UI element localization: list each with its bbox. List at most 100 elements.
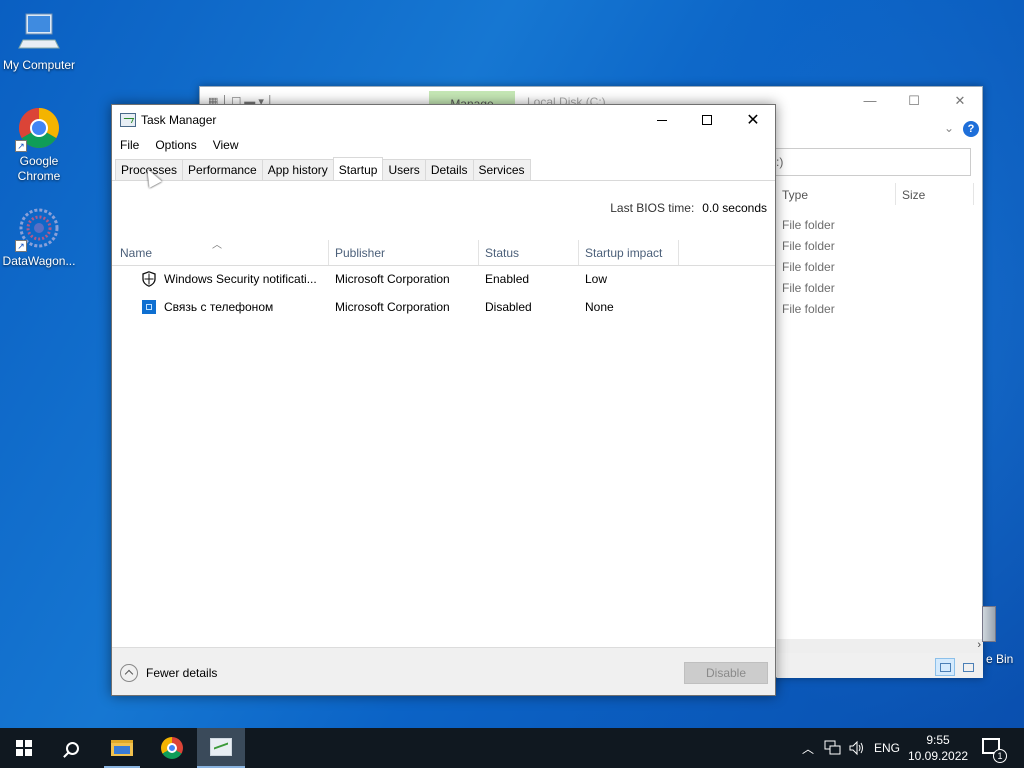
desktop-icon-label: My Computer [2,58,76,72]
close-button[interactable]: ✕ [730,105,776,135]
tab-users[interactable]: Users [382,159,426,180]
explorer-close-button[interactable]: ✕ [950,93,970,109]
column-header-status[interactable]: Status [485,246,519,260]
chrome-icon [161,737,183,759]
explorer-maximize-button[interactable]: ☐ [904,93,924,109]
start-button[interactable] [0,728,48,768]
list-item[interactable]: File folder [782,239,835,253]
column-header-type[interactable]: Type [782,188,808,202]
explorer-search-box[interactable]: :) [771,148,971,176]
desktop-icon-my-computer[interactable]: My Computer [0,10,79,73]
folder-icon [111,740,133,756]
startup-item-status: Enabled [485,272,530,286]
datawagon-icon: ↗ [15,206,61,252]
fewer-details-button[interactable]: Fewer details [120,664,217,682]
notification-badge: 1 [993,749,1007,763]
column-separator [895,183,896,205]
explorer-search-text: :) [776,155,784,169]
column-separator[interactable] [328,240,329,265]
search-button[interactable] [48,728,96,768]
list-item[interactable]: File folder [782,260,835,274]
explorer-status-bar [777,653,983,678]
horizontal-scrollbar[interactable]: › [777,639,983,653]
windows-logo-icon [16,740,32,756]
details-view-button[interactable] [935,658,955,676]
taskbar-clock[interactable]: 9:55 10.09.2022 [908,732,968,764]
startup-item-publisher: Microsoft Corporation [335,272,450,286]
disable-button[interactable]: Disable [684,662,768,684]
list-item[interactable]: File folder [782,302,835,316]
column-separator[interactable] [678,240,679,265]
task-manager-window[interactable]: Task Manager ✕ File Options View Process… [111,104,776,696]
show-hidden-icons-button[interactable]: ︿ [802,728,814,768]
desktop-icon-label: DataWagon... [2,254,76,268]
bios-time-label: Last BIOS time: [610,201,695,215]
phone-link-icon [142,300,156,314]
computer-icon [17,10,61,54]
scroll-right-arrow-icon[interactable]: › [977,639,981,651]
tab-app-history[interactable]: App history [261,159,334,180]
maximize-icon [702,115,712,125]
menu-bar: File Options View [112,136,247,156]
maximize-button[interactable] [684,105,730,135]
desktop-icon-label: Google Chrome [17,154,61,183]
column-separator[interactable] [578,240,579,265]
desktop-icon-datawagon[interactable]: ↗ DataWagon... [0,206,79,269]
taskbar-chrome[interactable] [148,728,196,768]
startup-item-impact: None [585,300,614,314]
tab-strip: Processes Performance App history Startu… [115,157,531,181]
minimize-button[interactable] [639,105,685,135]
clock-time: 9:55 [926,733,950,747]
table-row[interactable]: Связь с телефоном Microsoft Corporation … [112,293,775,321]
task-manager-title-bar[interactable]: Task Manager ✕ [112,105,775,135]
fewer-details-label: Fewer details [146,666,218,680]
shortcut-arrow-icon: ↗ [15,140,27,152]
column-separator [973,183,974,205]
network-icon[interactable] [824,728,842,768]
help-icon[interactable]: ? [963,121,979,137]
startup-item-status: Disabled [485,300,532,314]
startup-item-publisher: Microsoft Corporation [335,300,450,314]
list-item[interactable]: File folder [782,281,835,295]
column-separator[interactable] [478,240,479,265]
tab-performance[interactable]: Performance [182,159,263,180]
tab-services[interactable]: Services [472,159,531,180]
shield-icon [142,271,156,287]
volume-icon[interactable] [848,728,866,768]
menu-file[interactable]: File [112,136,147,156]
menu-view[interactable]: View [205,136,247,156]
menu-options[interactable]: Options [147,136,204,156]
taskbar-task-manager[interactable] [197,728,245,768]
large-icons-view-button[interactable] [958,658,978,676]
sort-ascending-icon: ︿ [212,240,222,251]
task-manager-icon [210,738,232,756]
tab-divider [112,180,775,181]
column-header-publisher[interactable]: Publisher [335,246,385,260]
large-icons-view-icon [963,663,974,672]
column-header-startup-impact[interactable]: Startup impact [585,246,662,260]
chrome-icon: ↗ [15,106,61,152]
taskbar-file-explorer[interactable] [98,728,146,768]
startup-item-name: Связь с телефоном [164,300,274,314]
column-header-size[interactable]: Size [902,188,925,202]
taskbar: ︿ ENG 9:55 10.09.2022 1 [0,728,1024,768]
startup-item-impact: Low [585,272,608,286]
shortcut-arrow-icon: ↗ [15,240,27,252]
chevron-up-icon [120,664,138,682]
close-icon: ✕ [746,110,760,129]
window-title: Task Manager [141,113,217,127]
chevron-up-icon: ︿ [802,741,815,756]
explorer-minimize-button[interactable]: — [860,93,880,108]
column-header-name[interactable]: Name [120,246,152,260]
task-manager-footer: Fewer details Disable [112,647,775,695]
tab-details[interactable]: Details [424,159,474,180]
bios-time-value: 0.0 seconds [702,201,767,215]
table-row[interactable]: Windows Security notificati... Microsoft… [112,265,775,293]
language-indicator[interactable]: ENG [874,728,900,768]
desktop-icon-chrome[interactable]: ↗ Google Chrome [0,106,79,184]
recycle-bin-icon[interactable] [982,606,996,642]
task-manager-app-icon [120,113,136,127]
tab-startup[interactable]: Startup [332,157,384,180]
list-item[interactable]: File folder [782,218,835,232]
ribbon-expand-chevron-icon[interactable]: ⌄ [944,121,954,135]
